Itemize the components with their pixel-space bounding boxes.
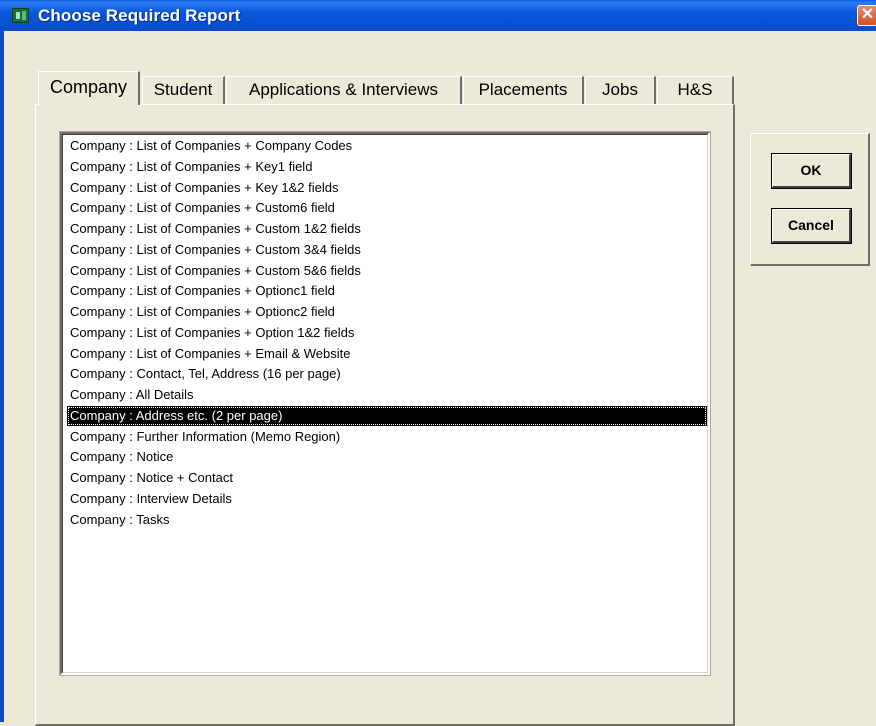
report-listbox[interactable]: Company : List of Companies + Company Co… <box>59 131 711 676</box>
report-list-item[interactable]: Company : Tasks <box>67 510 707 530</box>
tab-applications-interviews[interactable]: Applications & Interviews <box>226 76 462 104</box>
window-title: Choose Required Report <box>38 6 241 25</box>
close-icon: ✕ <box>860 6 875 23</box>
report-list-item[interactable]: Company : List of Companies + Option 1&2… <box>67 323 707 343</box>
app-icon <box>12 8 29 23</box>
report-list-item[interactable]: Company : All Details <box>67 385 707 405</box>
report-list: Company : List of Companies + Company Co… <box>62 134 708 673</box>
report-list-item[interactable]: Company : List of Companies + Custom 5&6… <box>67 261 707 281</box>
ok-button[interactable]: OK <box>771 153 852 189</box>
tab-jobs-label: Jobs <box>602 80 638 99</box>
tab-student[interactable]: Student <box>142 76 225 104</box>
tab-company[interactable]: Company <box>38 71 140 105</box>
report-list-item[interactable]: Company : Address etc. (2 per page) <box>67 405 707 426</box>
tab-placements-label: Placements <box>478 80 568 99</box>
report-list-item[interactable]: Company : List of Companies + Email & We… <box>67 344 707 364</box>
report-list-item[interactable]: Company : List of Companies + Optionc2 f… <box>67 302 707 322</box>
tab-jobs[interactable]: Jobs <box>585 76 656 104</box>
report-list-item[interactable]: Company : List of Companies + Custom 1&2… <box>67 219 707 239</box>
report-list-item[interactable]: Company : List of Companies + Key 1&2 fi… <box>67 178 707 198</box>
tab-applications-interviews-label: Applications & Interviews <box>249 80 438 99</box>
report-list-item[interactable]: Company : List of Companies + Company Co… <box>67 136 707 156</box>
tab-hs[interactable]: H&S <box>657 76 734 104</box>
title-bar[interactable]: Choose Required Report ✕ <box>0 0 876 31</box>
report-list-item[interactable]: Company : Further Information (Memo Regi… <box>67 427 707 447</box>
tab-placements[interactable]: Placements <box>463 76 584 104</box>
report-list-item[interactable]: Company : List of Companies + Custom6 fi… <box>67 198 707 218</box>
report-list-item[interactable]: Company : List of Companies + Key1 field <box>67 157 707 177</box>
cancel-button[interactable]: Cancel <box>771 208 852 244</box>
close-button[interactable]: ✕ <box>857 5 876 26</box>
report-list-item[interactable]: Company : Notice + Contact <box>67 468 707 488</box>
window-frame-left <box>0 31 4 722</box>
report-list-item[interactable]: Company : Notice <box>67 447 707 467</box>
button-group-frame <box>750 133 870 266</box>
tab-student-label: Student <box>153 80 213 99</box>
tab-company-label: Company <box>49 77 128 97</box>
report-list-item[interactable]: Company : List of Companies + Optionc1 f… <box>67 281 707 301</box>
tab-hs-label: H&S <box>677 80 713 99</box>
report-list-item[interactable]: Company : List of Companies + Custom 3&4… <box>67 240 707 260</box>
report-list-item[interactable]: Company : Interview Details <box>67 489 707 509</box>
report-list-item[interactable]: Company : Contact, Tel, Address (16 per … <box>67 364 707 384</box>
